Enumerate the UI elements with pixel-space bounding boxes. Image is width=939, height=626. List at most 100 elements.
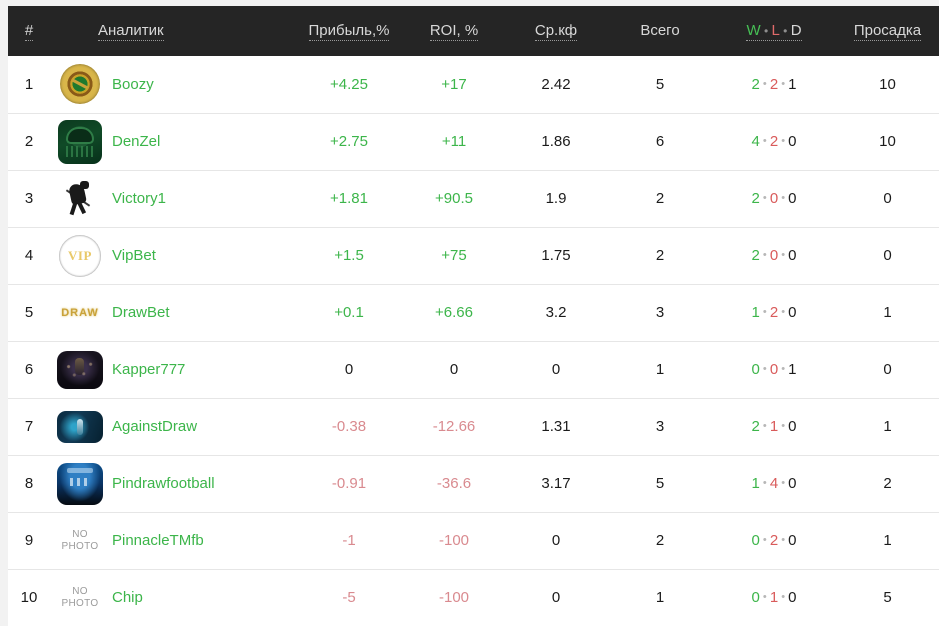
wld-draws: 0 (788, 532, 797, 549)
avatar-slot (52, 349, 108, 391)
table-row[interactable]: 1 Boozy +4.25 +17 2.42 5 2 • 2 • 1 10 (8, 56, 939, 113)
column-header-drawdown-label[interactable]: Просадка (853, 22, 922, 41)
vip-coin-label: VIP (68, 248, 92, 263)
cell-wld: 1 • 4 • 0 (712, 455, 836, 512)
avatar-slot: NO PHOTO (52, 577, 108, 619)
column-header-drawdown[interactable]: Просадка (836, 6, 939, 56)
wld-wins: 1 (751, 475, 760, 492)
analyst-cell-content: Pindrawfootball (50, 462, 294, 505)
analyst-name-link[interactable]: AgainstDraw (108, 418, 197, 435)
cell-average-odds: 1.86 (541, 133, 571, 150)
column-header-total-label: Всего (640, 22, 680, 39)
cell-drawdown: 5 (883, 589, 892, 606)
cell-drawdown: 0 (883, 361, 892, 378)
cell-profit: -0.91 (331, 475, 367, 492)
no-photo-placeholder: NO PHOTO (62, 529, 99, 553)
column-header-wld[interactable]: W • L • D (712, 6, 836, 56)
wld-separator-1: • (759, 591, 770, 603)
analyst-cell-content: AgainstDraw (50, 406, 294, 448)
cell-wld: 0 • 2 • 0 (712, 512, 836, 569)
table-row[interactable]: 2 DenZel +2.75 +11 1.86 6 4 • 2 • 0 10 (8, 113, 939, 170)
wld-separator-2: • (778, 192, 789, 204)
table-row[interactable]: 4 VIP VipBet +1.5 +75 1.75 2 2 • 0 • 00 (8, 227, 939, 284)
cell-wld: 2 • 0 • 0 (712, 227, 836, 284)
column-header-analyst[interactable]: Аналитик (50, 6, 294, 56)
wld-draws: 0 (788, 133, 797, 150)
againstdraw-avatar (57, 410, 103, 443)
roulette-avatar (60, 64, 100, 105)
cell-total: 3 (655, 418, 665, 435)
wld-separator-2: • (778, 420, 789, 432)
cell-roi: -100 (438, 589, 470, 606)
cell-analyst: AgainstDraw (50, 398, 294, 455)
wld-wins: 2 (751, 75, 760, 93)
analyst-name-link[interactable]: Pindrawfootball (108, 475, 215, 492)
analyst-name-link[interactable]: Kapper777 (108, 361, 185, 378)
cell-analyst: VIP VipBet (50, 227, 294, 284)
cell-wld: 2 • 2 • 1 (712, 56, 836, 113)
cell-total: 6 (655, 133, 665, 150)
cell-wld: 1 • 2 • 0 (712, 284, 836, 341)
wld-separator-1: • (759, 306, 770, 318)
cell-profit: -5 (342, 589, 356, 606)
column-header-rank[interactable]: # (8, 6, 50, 56)
cell-roi: +75 (441, 247, 467, 264)
column-header-profit-label[interactable]: Прибыль,% (308, 22, 390, 41)
cell-profit: +2.75 (330, 133, 368, 150)
hockey-head (80, 180, 89, 189)
wld-draws: 0 (788, 475, 797, 492)
cell-total: 5 (655, 75, 665, 93)
cell-roi: 0 (449, 361, 459, 378)
table-row[interactable]: 5 DRAW DrawBet +0.1 +6.66 3.2 3 1 • 2 • 01 (8, 284, 939, 341)
cell-analyst: Victory1 (50, 170, 294, 227)
column-header-roi[interactable]: ROI, % (404, 6, 504, 56)
column-header-analyst-label[interactable]: Аналитик (98, 22, 164, 41)
analyst-name-link[interactable]: DrawBet (108, 304, 170, 321)
draw-text-avatar: DRAW (55, 304, 105, 321)
wld-header-sep-1: • (760, 23, 772, 38)
wld-separator-2: • (778, 249, 789, 261)
table-row[interactable]: 7 AgainstDraw -0.38 -12.66 1.31 3 2 • 1 • 01 (8, 398, 939, 455)
no-photo-line-2: PHOTO (61, 597, 99, 609)
cell-rank: 1 (24, 75, 34, 93)
wld-wins: 0 (751, 361, 760, 378)
wld-header-d: D (790, 21, 802, 39)
analyst-name-link[interactable]: DenZel (108, 133, 160, 150)
analyst-name-link[interactable]: Chip (108, 589, 143, 606)
cell-rank: 7 (24, 418, 34, 435)
table-row[interactable]: 3 Victory1 +1.81 +90.5 1.9 2 2 • 0 • 00 (8, 170, 939, 227)
wld-separator-1: • (759, 420, 770, 432)
column-header-wld-label[interactable]: W • L • D (746, 21, 802, 41)
analyst-name-link[interactable]: PinnacleTMfb (108, 532, 204, 549)
analyst-name-link[interactable]: Boozy (108, 76, 154, 93)
wld-losses: 2 (769, 304, 779, 321)
vip-coin-avatar: VIP (59, 235, 101, 277)
table-row[interactable]: 8 Pindrawfootball -0.91 -36.6 3.17 5 1 • 4 • 0… (8, 455, 939, 512)
no-photo-line-2: PHOTO (61, 540, 99, 552)
column-header-rank-label[interactable]: # (24, 22, 34, 41)
analyst-name-link[interactable]: VipBet (108, 247, 156, 264)
no-photo-placeholder: NO PHOTO (62, 586, 99, 610)
cell-analyst: NO PHOTO PinnacleTMfb (50, 512, 294, 569)
table-row[interactable]: 10 NO PHOTO Chip -5 -100 0 1 0 • 1 • 05 (8, 569, 939, 626)
table-row[interactable]: 9 NO PHOTO PinnacleTMfb -1 -100 0 2 0 • 2 • 01 (8, 512, 939, 569)
wld-header-l: L (771, 21, 780, 39)
column-header-profit[interactable]: Прибыль,% (294, 6, 404, 56)
cell-analyst: NO PHOTO Chip (50, 569, 294, 626)
analyst-name-link[interactable]: Victory1 (108, 190, 166, 207)
cell-roi: +90.5 (435, 190, 473, 207)
avatar-slot: VIP (52, 235, 108, 277)
cell-average-odds: 1.31 (541, 418, 571, 435)
analyst-cell-content: NO PHOTO Chip (50, 577, 294, 619)
cell-roi: -12.66 (432, 418, 476, 435)
cell-wld: 0 • 1 • 0 (712, 569, 836, 626)
wld-draws: 0 (788, 304, 797, 321)
no-photo-line-1: NO (72, 528, 88, 540)
column-header-roi-label[interactable]: ROI, % (429, 22, 479, 41)
wld-wins: 0 (751, 532, 760, 549)
table-row[interactable]: 6 Kapper777 0 0 0 1 0 • 0 • 10 (8, 341, 939, 398)
column-header-average-odds-label[interactable]: Ср.кф (534, 22, 578, 41)
no-photo-line-1: NO (72, 585, 88, 597)
wld-separator-2: • (778, 306, 789, 318)
column-header-average-odds[interactable]: Ср.кф (504, 6, 608, 56)
